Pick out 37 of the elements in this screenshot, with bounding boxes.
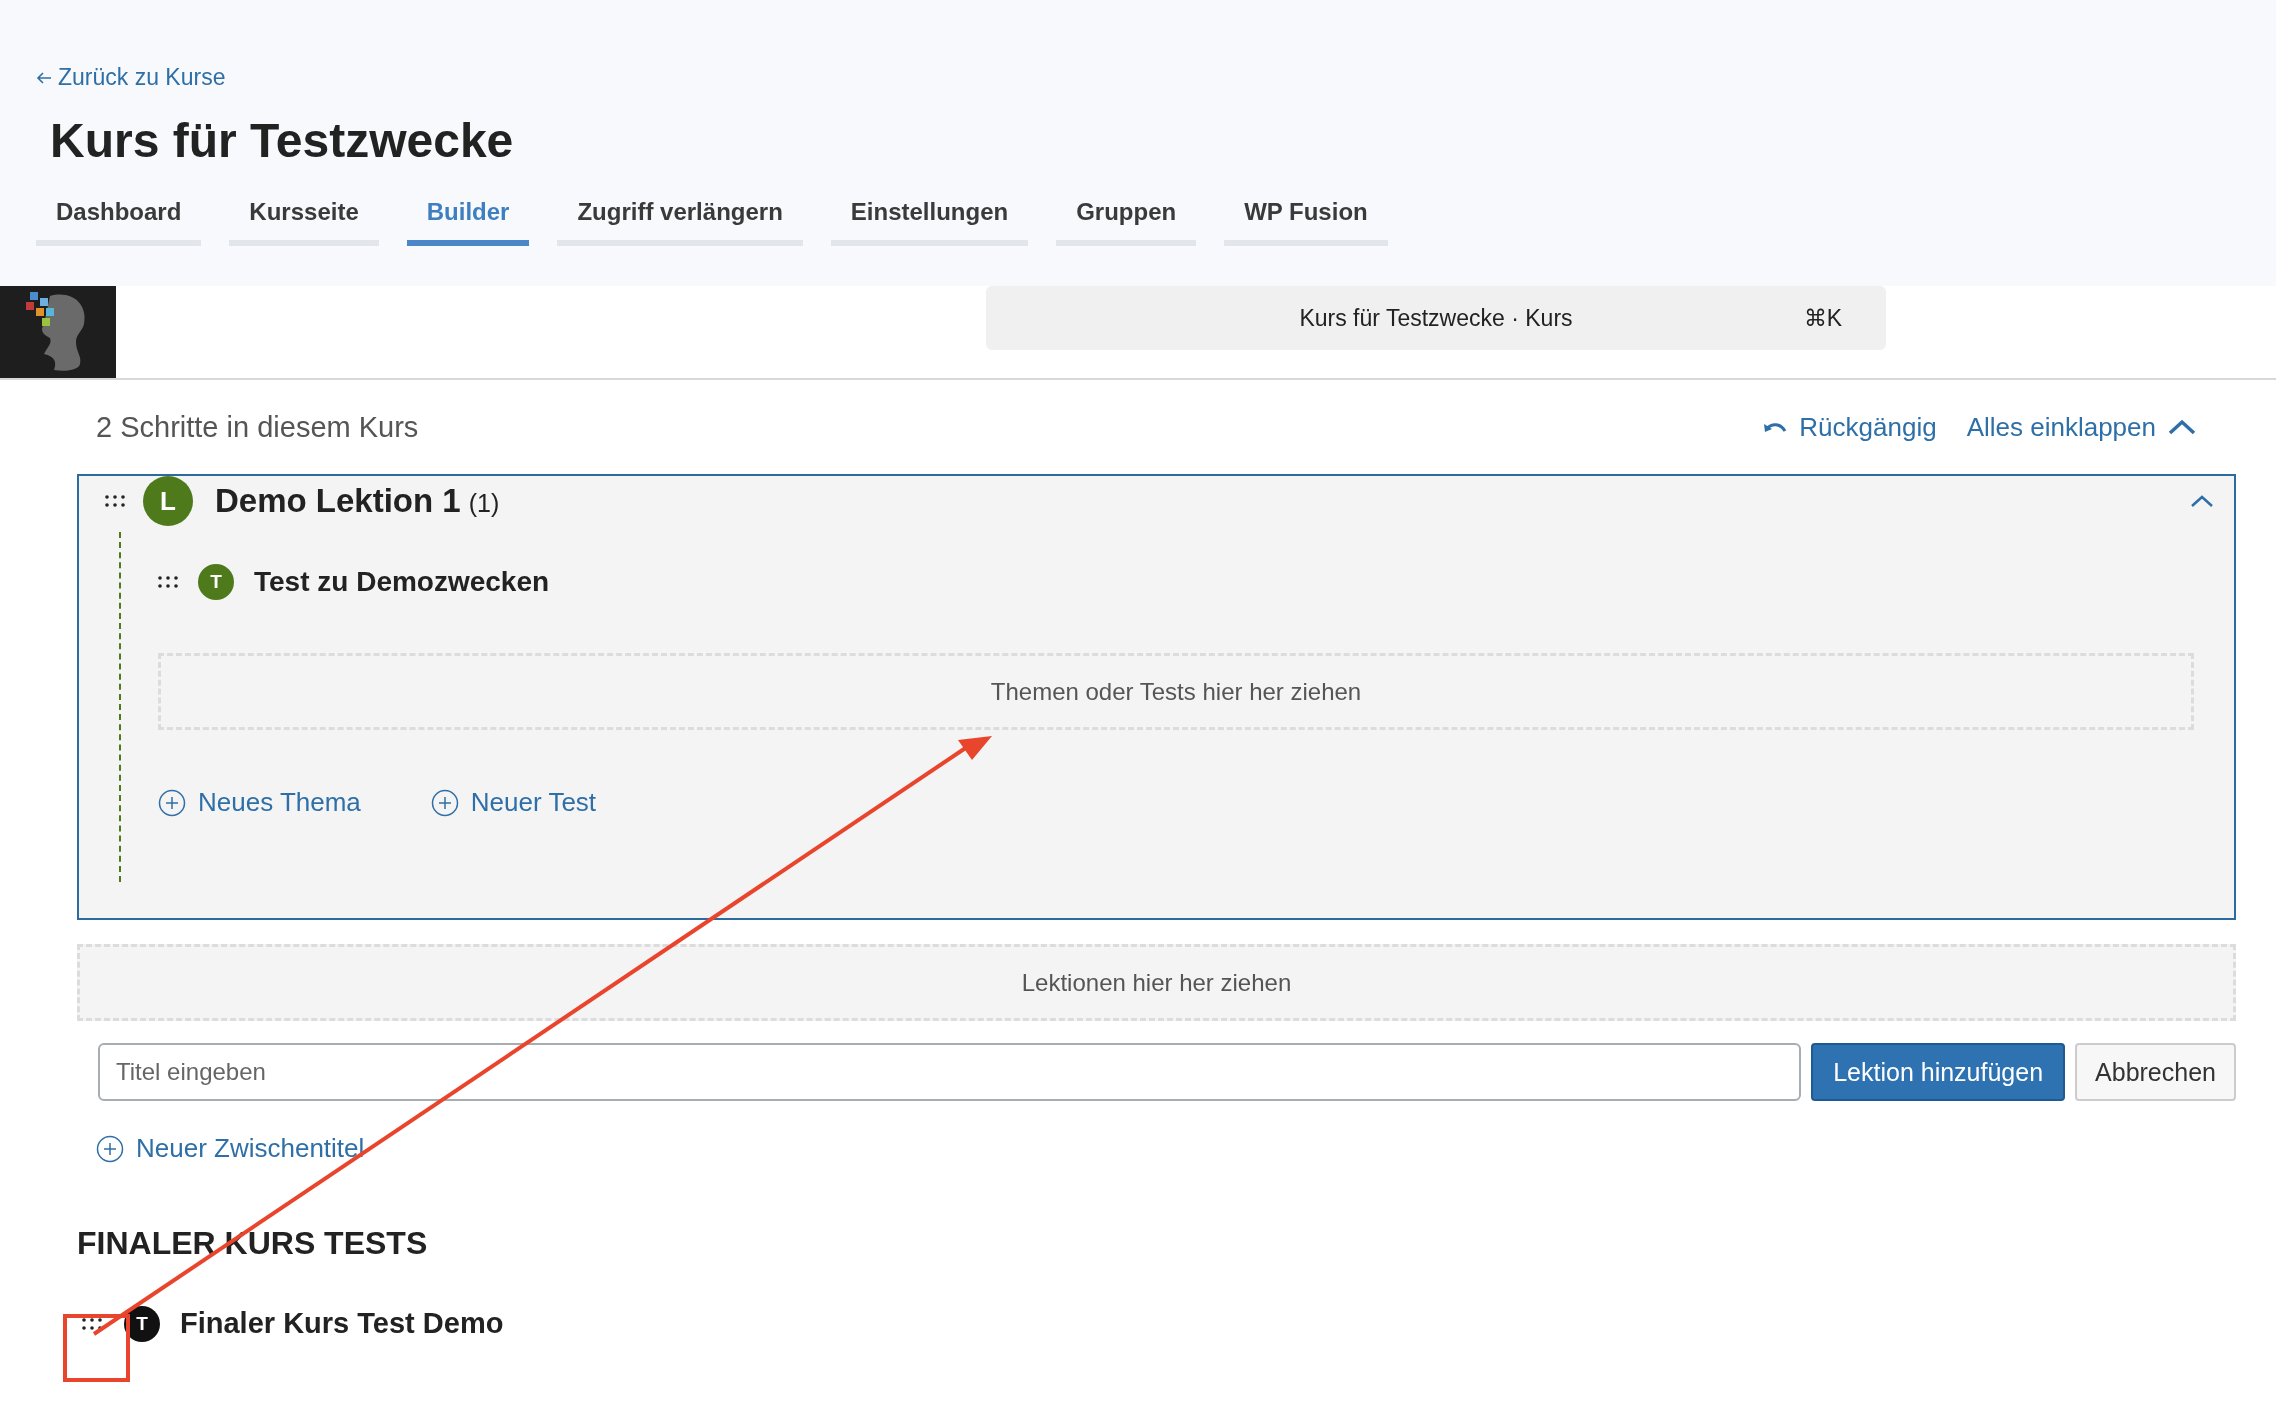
plus-circle-icon [96,1134,124,1163]
plus-circle-icon [430,788,459,817]
drag-handle-icon[interactable] [105,495,125,507]
test-title[interactable]: Finaler Kurs Test Demo [180,1307,504,1340]
collapse-all-button[interactable]: Alles einklappen [1966,411,2196,443]
tab[interactable]: Kursseite [229,190,379,246]
annotation-box [63,1314,130,1382]
tab[interactable]: Dashboard [36,190,202,246]
command-bar-label: Kurs für Testzwecke · Kurs [1299,304,1573,332]
lesson-badge: L [143,476,193,526]
cancel-button[interactable]: Abbrechen [2075,1043,2236,1101]
tab[interactable]: Einstellungen [830,190,1029,246]
drag-handle-icon[interactable] [158,576,178,588]
topic-drop-zone: Themen oder Tests hier her ziehen [158,653,2194,730]
tab[interactable]: Zugriff verlängern [557,190,803,246]
undo-button[interactable]: Rückgängig [1761,411,1937,443]
plus-circle-icon [158,788,186,817]
tab[interactable]: Builder [406,190,530,246]
title-input-field[interactable]: Titel eingeben [98,1043,1802,1101]
left-arrow-icon [36,70,52,85]
drag-handle-icon[interactable] [82,1317,102,1330]
tab[interactable]: Gruppen [1056,190,1197,246]
add-item-link[interactable]: Neuer Test [430,787,597,818]
add-lesson-button[interactable]: Lektion hinzufügen [1811,1043,2066,1101]
tab[interactable]: WP Fusion [1224,190,1388,246]
test-title[interactable]: Test zu Demozwecken [254,566,550,598]
lesson-title[interactable]: Demo Lektion 1 (1) [215,482,500,520]
add-item-link[interactable]: Neues Thema [158,787,361,818]
step-count: 2 Schritte in diesem Kurs [96,410,419,444]
new-section-link[interactable]: Neuer Zwischentitel [96,1133,365,1164]
keyboard-shortcut: ⌘K [1803,304,1842,332]
lesson-drop-zone: Lektionen hier her ziehen [77,944,2236,1021]
chevron-up-icon [2168,419,2196,435]
page-title: Kurs für Testzwecke [50,113,515,168]
command-search-bar[interactable]: Kurs für Testzwecke · Kurs ⌘K [986,286,1886,350]
chevron-up-icon[interactable] [2190,494,2214,508]
test-badge: T [198,564,234,600]
